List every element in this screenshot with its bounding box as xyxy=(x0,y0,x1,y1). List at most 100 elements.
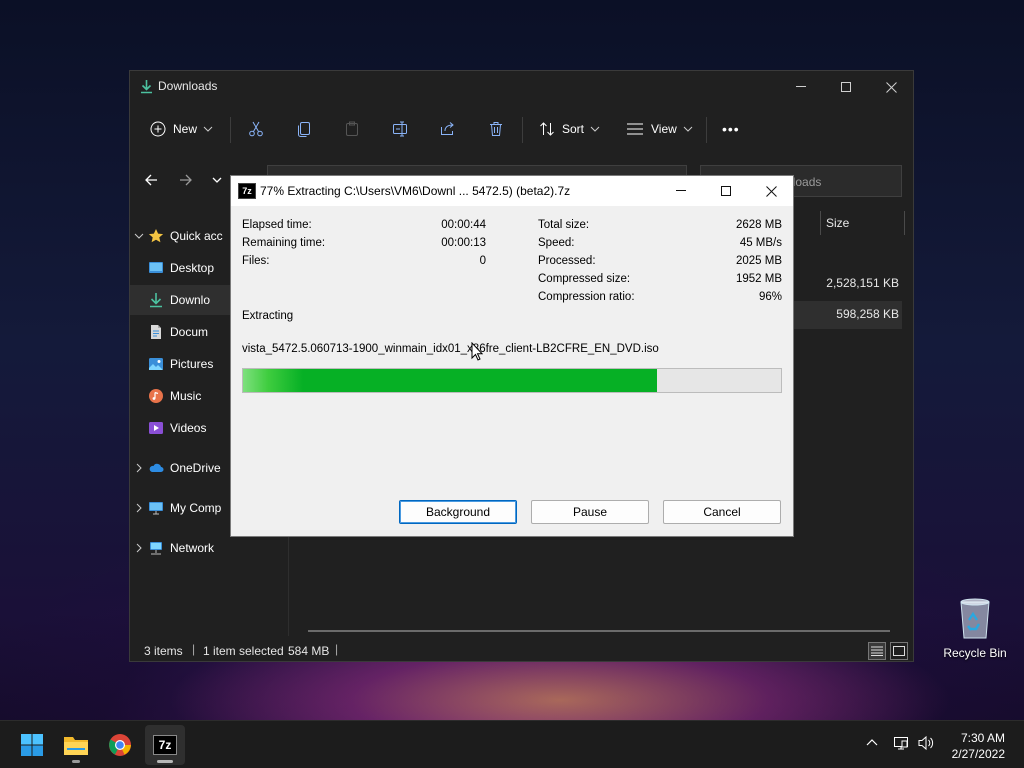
sidebar-item-label: Quick acc xyxy=(170,229,223,243)
download-icon xyxy=(150,293,162,308)
chevron-right-icon[interactable] xyxy=(130,503,148,513)
selected-size: 584 MB xyxy=(288,644,330,658)
show-hidden-icons-chevron-icon[interactable] xyxy=(866,738,878,746)
dialog-title: 77% Extracting C:\Users\VM6\Downl ... 54… xyxy=(260,184,571,198)
new-button[interactable]: New xyxy=(150,109,213,149)
close-button[interactable] xyxy=(868,71,914,103)
column-divider[interactable] xyxy=(820,211,821,235)
star-icon xyxy=(148,229,164,243)
separator xyxy=(706,117,707,143)
new-label: New xyxy=(173,122,198,136)
chevron-down-icon xyxy=(203,126,213,132)
documents-icon xyxy=(151,325,161,339)
sidebar-item-label: OneDrive xyxy=(170,461,221,475)
dialog-titlebar[interactable]: 7z 77% Extracting C:\Users\VM6\Downl ...… xyxy=(231,176,793,206)
status-separator: | xyxy=(335,642,339,656)
speed-label: Speed: xyxy=(538,237,575,249)
recycle-bin-shortcut[interactable]: Recycle Bin xyxy=(938,596,1012,660)
rename-button[interactable] xyxy=(392,109,415,149)
start-button[interactable] xyxy=(12,725,52,765)
current-file-name: vista_5472.5.060713-1900_winmain_idx01_x… xyxy=(242,343,659,355)
sidebar-item-label: Downlo xyxy=(170,293,211,307)
dialog-maximize-button[interactable] xyxy=(703,176,749,206)
operation-status: Extracting xyxy=(242,310,294,322)
recycle-bin-label: Recycle Bin xyxy=(943,646,1007,660)
cut-button[interactable] xyxy=(248,109,271,149)
selected-count: 1 item selected xyxy=(203,644,284,658)
more-options-button[interactable]: ••• xyxy=(722,109,740,149)
progress-bar-fill xyxy=(243,369,658,392)
chevron-right-icon[interactable] xyxy=(130,463,148,473)
cancel-button[interactable]: Cancel xyxy=(663,500,781,524)
elapsed-time-value: 00:00:44 xyxy=(441,219,486,231)
explorer-titlebar[interactable]: Downloads xyxy=(130,71,913,103)
recent-locations-chevron-icon[interactable] xyxy=(212,177,222,183)
sidebar-item-label: Videos xyxy=(170,421,207,435)
file-row-size[interactable]: 2,528,151 KB xyxy=(826,276,899,290)
compressed-size-value: 1952 MB xyxy=(735,273,782,285)
extraction-progress-bar xyxy=(242,368,782,393)
windows-logo-icon xyxy=(21,734,43,756)
taskbar-7zip[interactable]: 7z xyxy=(145,725,185,765)
compression-ratio-value: 96% xyxy=(758,291,782,303)
forward-arrow-icon[interactable] xyxy=(179,173,193,187)
sidebar-item-label: Network xyxy=(170,541,215,555)
sidebar-item-network[interactable]: Network xyxy=(130,533,288,563)
item-count: 3 items xyxy=(144,644,183,658)
view-label: View xyxy=(651,122,677,136)
total-size-label: Total size: xyxy=(538,219,590,231)
view-button[interactable]: View xyxy=(626,109,693,149)
taskbar: 7z 7:30 AM 2/27/2022 xyxy=(0,720,1024,768)
taskbar-chrome[interactable] xyxy=(100,725,140,765)
large-icons-view-icon xyxy=(893,646,905,656)
horizontal-scrollbar[interactable] xyxy=(308,630,890,632)
large-icons-view-button[interactable] xyxy=(890,642,908,660)
column-divider[interactable] xyxy=(904,211,905,235)
pause-button[interactable]: Pause xyxy=(531,500,649,524)
pictures-icon xyxy=(149,358,163,370)
music-icon xyxy=(149,389,163,403)
volume-icon[interactable] xyxy=(917,735,935,751)
sidebar-item-label: Desktop xyxy=(170,261,215,275)
files-label: Files: xyxy=(242,255,270,267)
chevron-down-icon xyxy=(590,126,600,132)
delete-button[interactable] xyxy=(488,109,511,149)
minimize-button[interactable] xyxy=(778,71,824,103)
speed-value: 45 MB/s xyxy=(739,237,782,249)
running-indicator xyxy=(72,760,80,763)
details-view-button[interactable] xyxy=(868,642,886,660)
sort-button[interactable]: Sort xyxy=(539,109,600,149)
separator xyxy=(230,117,231,143)
back-arrow-icon[interactable] xyxy=(144,173,158,187)
network-status-icon[interactable] xyxy=(893,735,909,751)
maximize-button[interactable] xyxy=(823,71,869,103)
share-button[interactable] xyxy=(440,109,463,149)
folder-icon xyxy=(64,737,88,755)
7zip-icon: 7z xyxy=(153,735,177,755)
trash-icon xyxy=(490,122,502,136)
paste-button[interactable] xyxy=(344,109,367,149)
computer-icon xyxy=(149,502,163,515)
file-row-size[interactable]: 598,258 KB xyxy=(836,307,899,321)
compressed-size-label: Compressed size: xyxy=(538,273,631,285)
sidebar-item-label: Music xyxy=(170,389,202,403)
chevron-down-icon[interactable] xyxy=(130,233,148,239)
column-header-size[interactable]: Size xyxy=(826,216,849,230)
recycle-bin-icon xyxy=(955,596,995,640)
dialog-close-button[interactable] xyxy=(748,176,794,206)
chevron-right-icon[interactable] xyxy=(130,543,148,553)
sidebar-item-label: Pictures xyxy=(170,357,214,371)
copy-button[interactable] xyxy=(296,109,319,149)
sidebar-item-label: Docum xyxy=(170,325,209,339)
copy-icon xyxy=(298,122,310,137)
total-size-value: 2628 MB xyxy=(735,219,782,231)
compression-ratio-label: Compression ratio: xyxy=(538,291,635,303)
7zip-icon: 7z xyxy=(238,183,256,199)
download-icon xyxy=(140,79,153,94)
background-button[interactable]: Background xyxy=(399,500,517,524)
taskbar-file-explorer[interactable] xyxy=(56,725,96,765)
clock[interactable]: 7:30 AM 2/27/2022 xyxy=(952,730,1005,762)
rename-icon xyxy=(393,121,407,137)
dialog-minimize-button[interactable] xyxy=(658,176,704,206)
processed-value: 2025 MB xyxy=(735,255,782,267)
